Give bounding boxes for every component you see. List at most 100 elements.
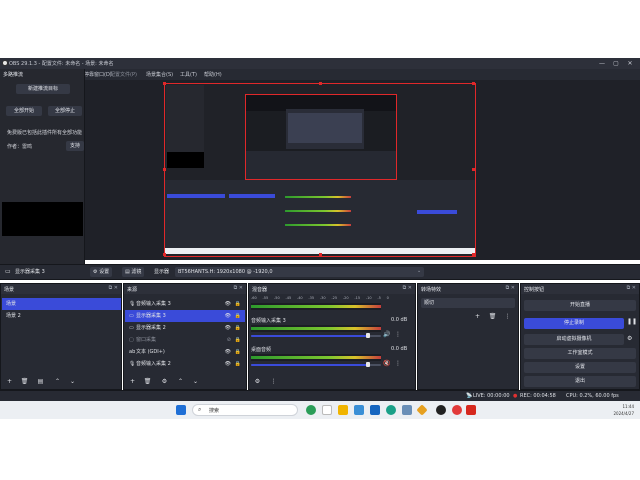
eye-icon[interactable]: 👁 (225, 358, 231, 370)
mail-icon[interactable] (354, 405, 364, 415)
exit-button[interactable]: 退出 (524, 376, 636, 387)
source-item[interactable]: ab文本 (GDI+) 👁 🔒 (125, 346, 245, 358)
menu-item-profile[interactable]: 配置文件(P) (110, 71, 137, 78)
more-options-icon[interactable]: ⋮ (395, 331, 401, 338)
system-clock[interactable]: 11:44 2024/4/27 (613, 403, 634, 417)
eye-icon[interactable]: 👁 (225, 346, 231, 358)
eye-hidden-icon[interactable]: ⊘ (227, 334, 231, 346)
preview-canvas[interactable] (163, 82, 476, 257)
close-button[interactable]: ✕ (624, 59, 636, 68)
obs-icon[interactable] (436, 405, 446, 415)
lock-icon[interactable]: 🔒 (235, 298, 241, 310)
volume-slider[interactable] (251, 335, 381, 337)
lock-icon[interactable]: 🔒 (235, 322, 241, 334)
move-up-button[interactable]: ⌃ (53, 377, 62, 386)
menu-item-tools[interactable]: 工具(T) (180, 71, 197, 78)
mixer-scale-tick: -30 (319, 296, 326, 300)
mixer-header: 混音器 ⧉ ✕ (249, 284, 415, 294)
wps-icon[interactable] (466, 405, 476, 415)
move-up-button[interactable]: ⌃ (176, 377, 185, 386)
eye-icon[interactable]: 👁 (225, 298, 231, 310)
source-item[interactable]: ▭ 显示器采集 2 👁 🔒 (125, 322, 245, 334)
virtual-camera-button[interactable]: 启动虚拟摄像机 (524, 334, 624, 345)
text-icon: ab (129, 349, 136, 355)
app-icon[interactable] (322, 405, 332, 415)
settings-button[interactable]: 设置 (524, 362, 636, 373)
stop-all-button[interactable]: 全部停止 (48, 106, 82, 116)
more-options-icon[interactable]: ⋮ (395, 360, 401, 367)
dock-menu-icon: ⧉ ✕ (402, 285, 412, 291)
display-select[interactable]: BT56HANTS.H: 1920x1080 @ -1920,0 (175, 266, 424, 277)
support-button[interactable]: 支持 (66, 141, 84, 151)
start-menu-icon[interactable] (176, 405, 186, 415)
add-scene-button[interactable]: + (5, 377, 14, 386)
source-item[interactable]: ▭ 显示器采集 3 👁 🔒 (125, 310, 245, 322)
menu-item-scene-collection[interactable]: 场景集合(S) (146, 71, 173, 78)
volume-slider[interactable] (251, 364, 381, 366)
start-all-button[interactable]: 全部开始 (6, 106, 42, 116)
mixer-scale-tick: -20 (342, 296, 349, 300)
scene-item[interactable]: 场景 2 (2, 310, 121, 322)
app-icon[interactable] (416, 404, 428, 416)
app-icon[interactable] (306, 405, 316, 415)
eye-icon[interactable]: 👁 (225, 322, 231, 334)
lock-icon[interactable]: 🔒 (235, 358, 241, 370)
multistream-title: 多路推流 (3, 72, 24, 78)
taskbar-search[interactable]: ⌕ 搜索 (192, 404, 298, 416)
pause-icon[interactable]: ❚❚ (627, 318, 637, 325)
speaker-muted-icon[interactable]: 🔇 (383, 360, 390, 367)
dock-menu-icon: ⧉ ✕ (505, 285, 515, 291)
lock-icon[interactable]: 🔒 (235, 310, 241, 322)
minimize-button[interactable]: — (596, 59, 608, 68)
source-item[interactable]: 🎙音频输入采集 2 👁 🔒 (125, 358, 245, 370)
source-settings-button[interactable]: ⚙ 设置 (90, 266, 113, 277)
add-transition-button[interactable]: + (473, 312, 482, 321)
lock-icon[interactable]: 🔒 (235, 334, 241, 346)
microphone-icon: 🎙 (129, 301, 136, 307)
app-icon[interactable] (402, 405, 412, 415)
edge-icon[interactable] (386, 405, 396, 415)
transitions-header: 转场特效 ⧉ ✕ (418, 284, 518, 294)
dock-menu-icon: ⧉ ✕ (233, 285, 243, 291)
volume-slider-handle[interactable] (366, 333, 370, 338)
speaker-icon[interactable]: 🔊 (383, 331, 390, 338)
menu-item-dock[interactable]: 停靠窗口(D) (84, 71, 112, 78)
transitions-dock: 转场特效 ⧉ ✕ 顺切 + 🗑 ⋮ (417, 283, 519, 390)
remove-scene-button[interactable]: 🗑 (20, 377, 29, 386)
source-item[interactable]: ▢ 窗口采集 ⊘ 🔒 (125, 334, 245, 346)
monitor-icon: ▭ (5, 268, 11, 275)
new-target-button[interactable]: 新建推流目标 (16, 84, 70, 94)
remove-source-button[interactable]: 🗑 (143, 377, 152, 386)
move-down-button[interactable]: ⌄ (191, 377, 200, 386)
source-properties-button[interactable]: ⚙ (160, 377, 169, 386)
source-item[interactable]: 🎙音频输入采集 3 👁 🔒 (125, 298, 245, 310)
remove-transition-button[interactable]: 🗑 (488, 312, 497, 321)
studio-mode-button[interactable]: 工作室模式 (524, 348, 636, 359)
maximize-button[interactable]: ▢ (610, 59, 622, 68)
os-taskbar: ⌕ 搜索 11:44 2024/4/27 (0, 401, 640, 419)
file-explorer-icon[interactable] (338, 405, 348, 415)
source-filters-button[interactable]: ▤ 滤镜 (122, 266, 145, 277)
move-down-button[interactable]: ⌄ (68, 377, 77, 386)
advanced-audio-button[interactable]: ⚙ (253, 377, 262, 386)
gear-icon[interactable]: ⚙ (627, 335, 632, 342)
menu-item-help[interactable]: 帮助(H) (204, 71, 222, 78)
scene-filters-button[interactable]: ▤ (36, 377, 45, 386)
mixer-scale-tick: -50 (273, 296, 280, 300)
app-icon[interactable] (452, 405, 462, 415)
transition-select[interactable]: 顺切 (421, 298, 515, 308)
word-icon[interactable] (370, 405, 380, 415)
stop-recording-button[interactable]: 停止录制 (524, 318, 624, 329)
start-stream-button[interactable]: 开始直播 (524, 300, 636, 311)
eye-icon[interactable]: 👁 (225, 310, 231, 322)
volume-slider-handle[interactable] (366, 362, 370, 367)
mixer-menu-button[interactable]: ⋮ (269, 377, 278, 386)
sources-header: 来源 ⧉ ✕ (124, 284, 246, 294)
scene-item[interactable]: 场景 (2, 298, 121, 310)
add-source-button[interactable]: + (128, 377, 137, 386)
live-indicator-icon: 📡 (466, 393, 473, 399)
audio-mixer-dock: 混音器 ⧉ ✕ -60 -55 -50 -45 -40 -35 -30 -25 -20 -15 -10… (248, 283, 416, 390)
lock-icon[interactable]: 🔒 (235, 346, 241, 358)
transition-menu-button[interactable]: ⋮ (503, 312, 512, 321)
mixer-scale-tick: -60 (251, 296, 257, 300)
